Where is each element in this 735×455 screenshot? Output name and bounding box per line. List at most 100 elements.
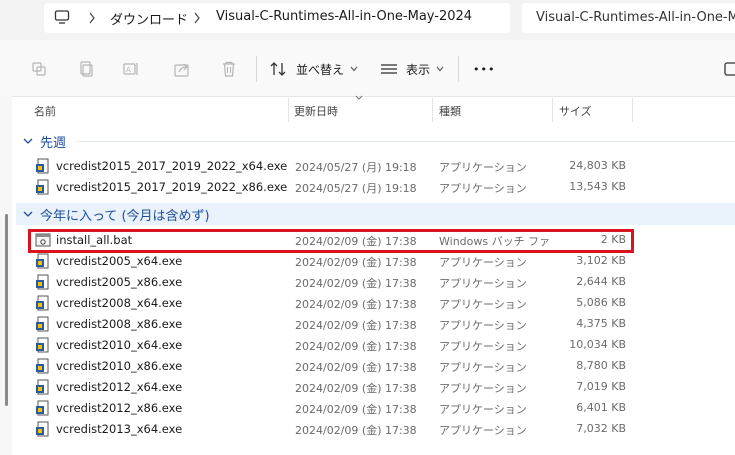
address-bar: ダウンロード Visual-C-Runtimes-All-in-One-May-… bbox=[0, 0, 735, 40]
file-date: 2024/05/27 (月) 19:18 bbox=[295, 182, 417, 195]
file-size: 8,780 KB bbox=[576, 359, 626, 372]
file-size: 4,375 KB bbox=[576, 317, 626, 330]
file-type: アプリケーション bbox=[439, 277, 527, 290]
list-item[interactable]: vcredist2010_x64.exe 2024/02/09 (金) 17:3… bbox=[28, 335, 735, 356]
vertical-scrollbar[interactable] bbox=[0, 96, 12, 455]
column-divider[interactable] bbox=[432, 98, 433, 122]
file-name: vcredist2010_x86.exe bbox=[56, 359, 183, 373]
file-name: vcredist2005_x86.exe bbox=[56, 275, 183, 289]
view-button[interactable]: 表示 bbox=[380, 58, 444, 80]
command-bar: A 並べ替え 表示 ••• bbox=[0, 40, 735, 97]
file-name: vcredist2005_x64.exe bbox=[56, 254, 183, 268]
list-item[interactable]: vcredist2005_x64.exe 2024/02/09 (金) 17:3… bbox=[28, 251, 735, 272]
installer-exe-icon bbox=[36, 274, 49, 290]
installer-exe-icon bbox=[36, 358, 49, 374]
breadcrumb-current-folder[interactable]: Visual-C-Runtimes-All-in-One-May-2024 bbox=[216, 9, 472, 24]
file-name: vcredist2015_2017_2019_2022_x64.exe bbox=[56, 159, 288, 173]
list-item[interactable]: vcredist2005_x86.exe 2024/02/09 (金) 17:3… bbox=[28, 272, 735, 293]
column-divider[interactable] bbox=[632, 98, 633, 122]
file-size: 24,803 KB bbox=[569, 159, 626, 172]
list-item[interactable]: vcredist2008_x64.exe 2024/02/09 (金) 17:3… bbox=[28, 293, 735, 314]
file-size: 13,543 KB bbox=[569, 180, 626, 193]
column-divider[interactable] bbox=[288, 98, 289, 122]
svg-text:A: A bbox=[126, 66, 131, 74]
file-type: アプリケーション bbox=[439, 361, 527, 374]
installer-exe-icon bbox=[36, 253, 49, 269]
chevron-down-icon bbox=[23, 211, 33, 217]
installer-exe-icon bbox=[36, 316, 49, 332]
file-type: アプリケーション bbox=[439, 319, 527, 332]
sort-button[interactable]: 並べ替え bbox=[270, 58, 358, 80]
copy-icon[interactable] bbox=[77, 60, 95, 78]
chevron-right-icon bbox=[194, 12, 200, 24]
list-item[interactable]: vcredist2012_x86.exe 2024/02/09 (金) 17:3… bbox=[28, 398, 735, 419]
file-date: 2024/02/09 (金) 17:38 bbox=[295, 403, 417, 416]
file-type: アプリケーション bbox=[439, 340, 527, 353]
search-input[interactable]: Visual-C-Runtimes-All-in-One-M bbox=[522, 3, 735, 33]
column-date[interactable]: 更新日時 bbox=[294, 103, 338, 119]
file-size: 7,019 KB bbox=[576, 380, 626, 393]
list-item[interactable]: vcredist2015_2017_2019_2022_x64.exe 2024… bbox=[28, 156, 735, 177]
details-pane-icon[interactable] bbox=[724, 60, 735, 78]
file-date: 2024/02/09 (金) 17:38 bbox=[295, 256, 417, 269]
chevron-right-icon bbox=[89, 12, 95, 24]
file-type: アプリケーション bbox=[439, 403, 527, 416]
file-size: 5,086 KB bbox=[576, 296, 626, 309]
list-item[interactable]: vcredist2012_x64.exe 2024/02/09 (金) 17:3… bbox=[28, 377, 735, 398]
chevron-down-icon bbox=[23, 138, 33, 144]
file-date: 2024/02/09 (金) 17:38 bbox=[295, 319, 417, 332]
group-header-last-week[interactable]: 先週 bbox=[22, 130, 66, 152]
column-name[interactable]: 名前 bbox=[34, 103, 56, 119]
search-placeholder: Visual-C-Runtimes-All-in-One-M bbox=[536, 10, 735, 25]
file-date: 2024/02/09 (金) 17:38 bbox=[295, 298, 417, 311]
file-type: アプリケーション bbox=[439, 382, 527, 395]
share-icon[interactable] bbox=[173, 60, 191, 78]
list-item[interactable]: vcredist2008_x86.exe 2024/02/09 (金) 17:3… bbox=[28, 314, 735, 335]
sort-indicator-icon bbox=[355, 95, 363, 100]
file-date: 2024/02/09 (金) 17:38 bbox=[295, 340, 417, 353]
file-name: vcredist2010_x64.exe bbox=[56, 338, 183, 352]
chevron-down-icon bbox=[350, 66, 358, 72]
installer-exe-icon bbox=[36, 158, 49, 174]
installer-exe-icon bbox=[36, 295, 49, 311]
installer-exe-icon bbox=[36, 421, 49, 437]
column-size[interactable]: サイズ bbox=[559, 103, 592, 119]
more-options-button[interactable]: ••• bbox=[473, 58, 495, 80]
file-size: 10,034 KB bbox=[569, 338, 626, 351]
highlight-box bbox=[28, 229, 634, 253]
file-size: 2,644 KB bbox=[576, 275, 626, 288]
delete-icon[interactable] bbox=[220, 60, 238, 78]
toolbar-divider bbox=[458, 56, 459, 82]
file-name: vcredist2008_x64.exe bbox=[56, 296, 183, 310]
list-item[interactable]: vcredist2013_x64.exe 2024/02/09 (金) 17:3… bbox=[28, 419, 735, 440]
file-name: vcredist2008_x86.exe bbox=[56, 317, 183, 331]
file-date: 2024/02/09 (金) 17:38 bbox=[295, 361, 417, 374]
view-icon bbox=[381, 64, 397, 74]
file-type: アプリケーション bbox=[439, 424, 527, 437]
installer-exe-icon bbox=[36, 179, 49, 195]
file-type: アプリケーション bbox=[439, 182, 527, 195]
scrollbar-thumb[interactable] bbox=[5, 214, 8, 406]
group-label: 先週 bbox=[40, 135, 67, 151]
list-item[interactable]: vcredist2015_2017_2019_2022_x86.exe 2024… bbox=[28, 177, 735, 198]
breadcrumb-downloads[interactable]: ダウンロード bbox=[110, 9, 188, 28]
file-date: 2024/02/09 (金) 17:38 bbox=[295, 382, 417, 395]
file-date: 2024/05/27 (月) 19:18 bbox=[295, 161, 417, 174]
list-item[interactable]: vcredist2010_x86.exe 2024/02/09 (金) 17:3… bbox=[28, 356, 735, 377]
file-type: アプリケーション bbox=[439, 161, 527, 174]
sort-icon bbox=[270, 62, 286, 76]
column-divider[interactable] bbox=[552, 98, 553, 122]
file-type: アプリケーション bbox=[439, 256, 527, 269]
column-type[interactable]: 種類 bbox=[439, 103, 461, 119]
computer-icon[interactable] bbox=[54, 9, 70, 25]
group-label: 今年に入って (今月は含めず) bbox=[40, 208, 210, 224]
rename-icon[interactable]: A bbox=[122, 60, 140, 78]
column-header: 名前 更新日時 種類 サイズ bbox=[12, 96, 735, 124]
file-name: vcredist2013_x64.exe bbox=[56, 422, 183, 436]
file-date: 2024/02/09 (金) 17:38 bbox=[295, 277, 417, 290]
file-size: 3,102 KB bbox=[576, 254, 626, 267]
group-header-this-year[interactable]: 今年に入って (今月は含めず) bbox=[16, 203, 735, 225]
file-size: 6,401 KB bbox=[576, 401, 626, 414]
cut-icon[interactable] bbox=[30, 60, 48, 78]
file-type: アプリケーション bbox=[439, 298, 527, 311]
